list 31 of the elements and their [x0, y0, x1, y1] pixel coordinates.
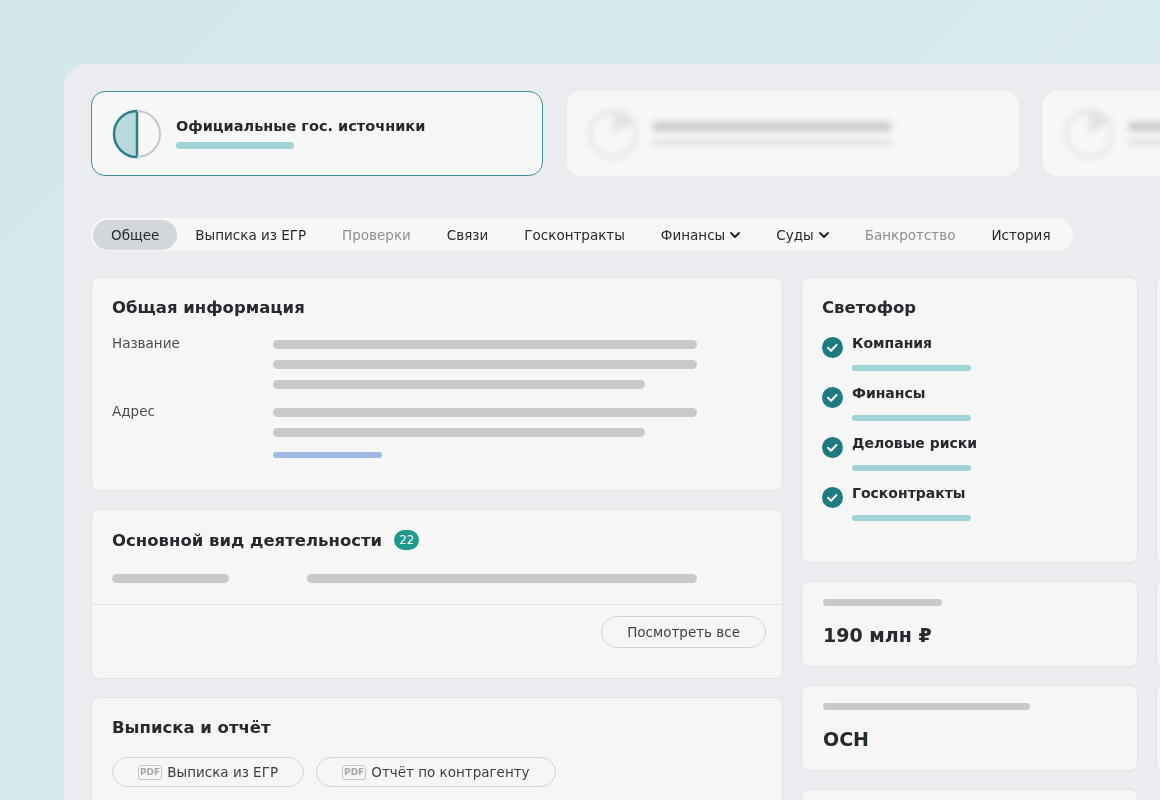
- metric-value: ОСН: [823, 728, 870, 750]
- card-title: Основной вид деятельности: [112, 530, 383, 550]
- metric-value: 190 млн ₽: [823, 624, 933, 646]
- pdf-icon: PDF: [138, 764, 163, 780]
- category-label: Деловые риски: [852, 435, 979, 453]
- field-label: Название: [112, 335, 181, 353]
- tab[interactable]: Общее: [93, 219, 178, 250]
- card-title: Общая информация: [112, 298, 306, 317]
- card-title: Выписка и отчёт: [112, 718, 272, 737]
- tab[interactable]: Суды: [758, 219, 847, 250]
- count-badge: 22: [394, 530, 420, 550]
- tab[interactable]: Связи: [428, 219, 507, 250]
- half-circle-icon: [112, 108, 162, 159]
- category-label: Госконтракты: [852, 485, 967, 503]
- chevron-down-icon: [818, 231, 829, 238]
- source-title: Официальные гос. источники: [176, 118, 426, 134]
- source-card[interactable]: Официальные гос. источники: [91, 91, 543, 176]
- tab[interactable]: История: [973, 219, 1069, 250]
- field-label: Адрес: [112, 403, 156, 421]
- source-card[interactable]: [567, 91, 1019, 176]
- card-title: Светофор: [822, 298, 918, 317]
- document-button[interactable]: PDF Выписка из ЕГР: [112, 757, 305, 787]
- chevron-down-icon: [730, 231, 741, 238]
- document-button[interactable]: PDF Отчёт по контрагенту: [316, 757, 556, 787]
- category-label: Финансы: [852, 385, 927, 403]
- tab[interactable]: Финансы: [642, 219, 759, 250]
- tab[interactable]: Госконтракты: [506, 219, 643, 250]
- tab[interactable]: Выписка из ЕГР: [177, 219, 325, 250]
- pdf-icon: PDF: [342, 764, 367, 780]
- view-all-button[interactable]: Посмотреть все: [601, 616, 766, 648]
- category-label: Компания: [852, 335, 934, 353]
